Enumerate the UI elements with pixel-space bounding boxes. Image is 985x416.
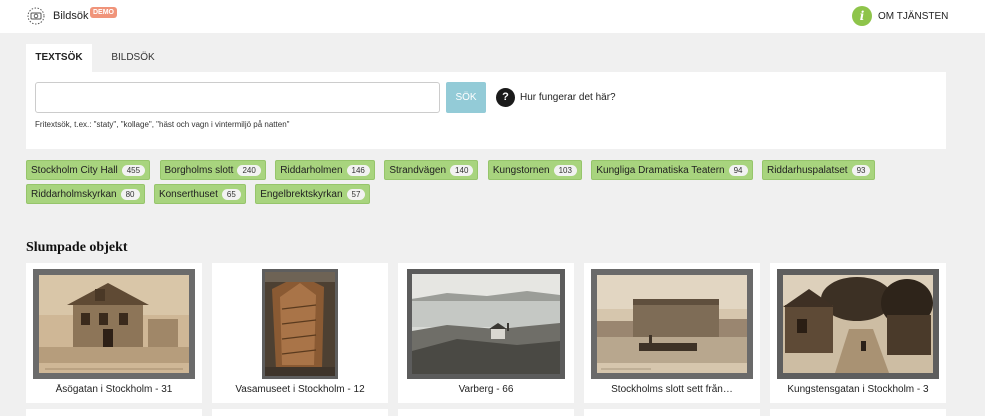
tag-riddarhuspalatset[interactable]: Riddarhuspalatset 93 xyxy=(761,160,876,180)
brand-name[interactable]: Bildsök xyxy=(53,10,88,22)
tag-count: 65 xyxy=(221,188,241,200)
tag-count: 93 xyxy=(851,164,871,176)
tag-count: 80 xyxy=(120,188,140,200)
image-card[interactable]: Kungstensgatan i Stockholm - 3 xyxy=(770,263,946,403)
tag-count: 57 xyxy=(346,188,366,200)
card-caption[interactable]: Vasamuseet i Stockholm - 12 xyxy=(212,384,388,395)
tag-stockholm-city-hall[interactable]: Stockholm City Hall 455 xyxy=(26,160,151,180)
tag-riddarholmen[interactable]: Riddarholmen 146 xyxy=(275,160,375,180)
info-icon[interactable]: i xyxy=(852,6,872,26)
tag-list: Stockholm City Hall 455 Borgholms slott 24… xyxy=(26,160,956,208)
tag-count: 146 xyxy=(346,164,370,176)
search-hint: Fritextsök, t.ex.: "staty", "kollage", "… xyxy=(35,120,290,129)
tag-count: 103 xyxy=(553,164,577,176)
image-card[interactable] xyxy=(398,409,574,416)
card-thumbnail[interactable] xyxy=(777,269,939,384)
image-card[interactable] xyxy=(212,409,388,416)
tag-kungliga-dramatiska-teatern[interactable]: Kungliga Dramatiska Teatern 94 xyxy=(591,160,753,180)
logo-icon[interactable] xyxy=(26,7,46,25)
card-thumbnail[interactable] xyxy=(33,269,195,384)
tag-strandvagen[interactable]: Strandvägen 140 xyxy=(384,160,479,180)
image-card[interactable]: Stockholms slott sett från… xyxy=(584,263,760,403)
tab-bildsok[interactable]: BILDSÖK xyxy=(98,44,168,72)
image-card[interactable] xyxy=(770,409,946,416)
search-input[interactable] xyxy=(35,82,440,113)
tag-engelbrektskyrkan[interactable]: Engelbrektskyrkan 57 xyxy=(255,184,371,204)
card-thumbnail[interactable] xyxy=(591,269,753,384)
about-link[interactable]: OM TJÄNSTEN xyxy=(878,11,948,22)
demo-badge: DEMO xyxy=(90,7,117,18)
top-bar xyxy=(0,0,985,33)
card-caption[interactable]: Åsögatan i Stockholm - 31 xyxy=(26,384,202,395)
image-card[interactable] xyxy=(26,409,202,416)
tag-kungstornen[interactable]: Kungstornen 103 xyxy=(487,160,582,180)
image-card[interactable]: Varberg - 66 xyxy=(398,263,574,403)
tag-borgholms-slott[interactable]: Borgholms slott 240 xyxy=(159,160,266,180)
card-thumbnail[interactable] xyxy=(262,269,338,384)
image-card[interactable] xyxy=(584,409,760,416)
image-card[interactable]: Åsögatan i Stockholm - 31 xyxy=(26,263,202,403)
tab-textsok[interactable]: TEXTSÖK xyxy=(26,44,92,72)
card-caption[interactable]: Stockholms slott sett från… xyxy=(584,384,760,395)
search-button[interactable]: SÖK xyxy=(446,82,486,113)
section-title: Slumpade objekt xyxy=(26,240,128,255)
tag-count: 455 xyxy=(121,164,146,176)
tag-count: 140 xyxy=(450,164,474,176)
tag-konserthuset[interactable]: Konserthuset 65 xyxy=(153,184,246,204)
card-caption[interactable]: Kungstensgatan i Stockholm - 3 xyxy=(770,384,946,395)
help-link[interactable]: Hur fungerar det här? xyxy=(520,92,616,103)
card-thumbnail[interactable] xyxy=(407,269,565,384)
tag-count: 240 xyxy=(237,164,261,176)
card-caption[interactable]: Varberg - 66 xyxy=(398,384,574,395)
tag-count: 94 xyxy=(728,164,748,176)
tag-riddarholmskyrkan[interactable]: Riddarholmskyrkan 80 xyxy=(26,184,145,204)
help-icon[interactable]: ? xyxy=(496,88,515,107)
image-card[interactable]: Vasamuseet i Stockholm - 12 xyxy=(212,263,388,403)
